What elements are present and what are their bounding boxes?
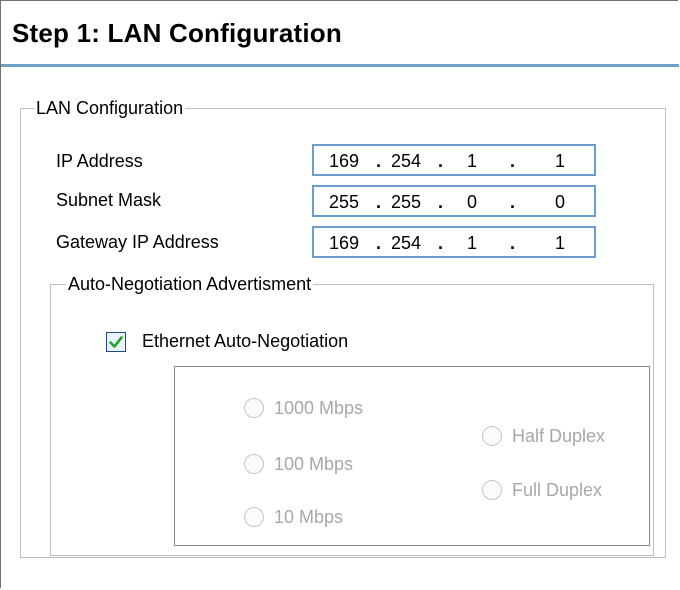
subnet-octet-1[interactable]: 255 [324,192,364,212]
speed-10-label: 10 Mbps [274,507,344,527]
gateway-octet-2[interactable]: 254 [386,233,426,253]
octet-separator: . [438,233,444,253]
octet-separator: . [510,192,516,212]
octet-separator: . [438,192,444,212]
auto-negotiation-legend: Auto-Negotiation Advertisment [66,274,314,294]
ip-octet-2[interactable]: 254 [386,151,426,171]
speed-1000-radio[interactable] [244,398,264,418]
octet-separator: . [438,151,444,171]
subnet-mask-label: Subnet Mask [56,190,162,210]
ip-octet-4[interactable]: 1 [540,151,580,171]
subnet-octet-2[interactable]: 255 [386,192,426,212]
ethernet-auto-negotiation-checkbox[interactable] [106,332,126,352]
full-duplex-label: Full Duplex [512,480,603,500]
page-title: Step 1: LAN Configuration [12,18,342,48]
subnet-mask-field[interactable]: 255 . 255 . 0 . 0 [312,185,596,217]
gateway-ip-address-label: Gateway IP Address [56,232,219,252]
octet-separator: . [510,151,516,171]
full-duplex-radio[interactable] [482,480,502,500]
subnet-octet-3[interactable]: 0 [452,192,492,212]
octet-separator: . [376,192,382,212]
gateway-octet-1[interactable]: 169 [324,233,364,253]
title-divider [1,64,679,67]
speed-100-radio[interactable] [244,454,264,474]
octet-separator: . [510,233,516,253]
ip-octet-3[interactable]: 1 [452,151,492,171]
gateway-octet-3[interactable]: 1 [452,233,492,253]
checkmark-icon [109,336,123,348]
speed-1000-label: 1000 Mbps [274,398,364,418]
speed-100-label: 100 Mbps [274,454,354,474]
ip-address-label: IP Address [56,151,143,171]
gateway-ip-address-field[interactable]: 169 . 254 . 1 . 1 [312,226,596,258]
octet-separator: . [376,151,382,171]
octet-separator: . [376,233,382,253]
speed-10-radio[interactable] [244,507,264,527]
ip-octet-1[interactable]: 169 [324,151,364,171]
lan-configuration-legend: LAN Configuration [34,98,186,118]
half-duplex-radio[interactable] [482,426,502,446]
half-duplex-label: Half Duplex [512,426,606,446]
ethernet-auto-negotiation-label[interactable]: Ethernet Auto-Negotiation [142,331,348,351]
subnet-octet-4[interactable]: 0 [540,192,580,212]
ip-address-field[interactable]: 169 . 254 . 1 . 1 [312,144,596,176]
gateway-octet-4[interactable]: 1 [540,233,580,253]
